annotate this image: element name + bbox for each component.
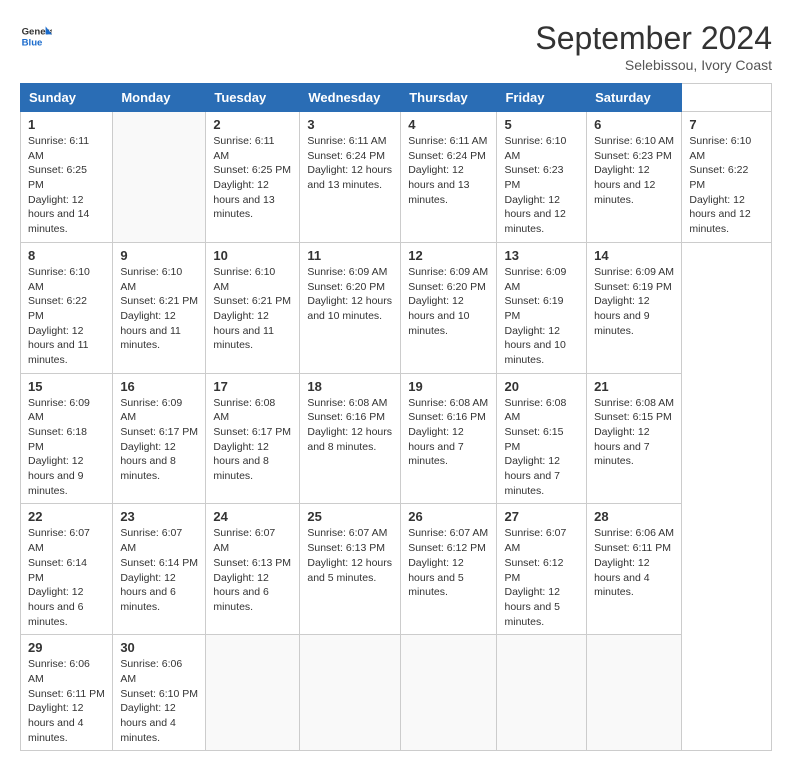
calendar-day-22: 22Sunrise: 6:07 AMSunset: 6:14 PMDayligh… xyxy=(21,504,113,635)
calendar-day-14: 14Sunrise: 6:09 AMSunset: 6:19 PMDayligh… xyxy=(587,242,682,373)
calendar-day-1: 1Sunrise: 6:11 AMSunset: 6:25 PMDaylight… xyxy=(21,112,113,243)
calendar-day-18: 18Sunrise: 6:08 AMSunset: 6:16 PMDayligh… xyxy=(300,373,401,504)
calendar-day-19: 19Sunrise: 6:08 AMSunset: 6:16 PMDayligh… xyxy=(401,373,497,504)
calendar-day-28: 28Sunrise: 6:06 AMSunset: 6:11 PMDayligh… xyxy=(587,504,682,635)
calendar-day-empty-3-6 xyxy=(587,635,682,751)
calendar-day-3: 3Sunrise: 6:11 AMSunset: 6:24 PMDaylight… xyxy=(300,112,401,243)
calendar-day-13: 13Sunrise: 6:09 AMSunset: 6:19 PMDayligh… xyxy=(497,242,587,373)
calendar-table: Sunday Monday Tuesday Wednesday Thursday… xyxy=(20,83,772,751)
calendar-day-7: 7Sunrise: 6:10 AMSunset: 6:22 PMDaylight… xyxy=(682,112,772,243)
calendar-day-empty-3-3 xyxy=(300,635,401,751)
calendar-day-empty-3-2 xyxy=(206,635,300,751)
calendar-week-2: 8Sunrise: 6:10 AMSunset: 6:22 PMDaylight… xyxy=(21,242,772,373)
calendar-day-15: 15Sunrise: 6:09 AMSunset: 6:18 PMDayligh… xyxy=(21,373,113,504)
calendar-day-26: 26Sunrise: 6:07 AMSunset: 6:12 PMDayligh… xyxy=(401,504,497,635)
calendar-day-25: 25Sunrise: 6:07 AMSunset: 6:13 PMDayligh… xyxy=(300,504,401,635)
logo-icon: General Blue xyxy=(20,20,52,52)
page-header: General Blue September 2024 Selebissou, … xyxy=(20,20,772,73)
svg-text:Blue: Blue xyxy=(22,38,43,49)
calendar-day-6: 6Sunrise: 6:10 AMSunset: 6:23 PMDaylight… xyxy=(587,112,682,243)
calendar-day-5: 5Sunrise: 6:10 AMSunset: 6:23 PMDaylight… xyxy=(497,112,587,243)
calendar-day-16: 16Sunrise: 6:09 AMSunset: 6:17 PMDayligh… xyxy=(113,373,206,504)
calendar-week-1: 1Sunrise: 6:11 AMSunset: 6:25 PMDaylight… xyxy=(21,112,772,243)
calendar-week-4: 22Sunrise: 6:07 AMSunset: 6:14 PMDayligh… xyxy=(21,504,772,635)
calendar-week-5: 29Sunrise: 6:06 AMSunset: 6:11 PMDayligh… xyxy=(21,635,772,751)
header-sunday: Sunday xyxy=(21,84,113,112)
title-block: September 2024 Selebissou, Ivory Coast xyxy=(535,20,772,73)
header-saturday: Saturday xyxy=(587,84,682,112)
calendar-day-30: 30Sunrise: 6:06 AMSunset: 6:10 PMDayligh… xyxy=(113,635,206,751)
calendar-day-20: 20Sunrise: 6:08 AMSunset: 6:15 PMDayligh… xyxy=(497,373,587,504)
calendar-day-8: 8Sunrise: 6:10 AMSunset: 6:22 PMDaylight… xyxy=(21,242,113,373)
header-monday: Monday xyxy=(113,84,206,112)
header-wednesday: Wednesday xyxy=(300,84,401,112)
month-title: September 2024 xyxy=(535,20,772,57)
calendar-day-4: 4Sunrise: 6:11 AMSunset: 6:24 PMDaylight… xyxy=(401,112,497,243)
calendar-day-29: 29Sunrise: 6:06 AMSunset: 6:11 PMDayligh… xyxy=(21,635,113,751)
calendar-day-23: 23Sunrise: 6:07 AMSunset: 6:14 PMDayligh… xyxy=(113,504,206,635)
calendar-day-10: 10Sunrise: 6:10 AMSunset: 6:21 PMDayligh… xyxy=(206,242,300,373)
calendar-day-empty-3-4 xyxy=(401,635,497,751)
calendar-day-9: 9Sunrise: 6:10 AMSunset: 6:21 PMDaylight… xyxy=(113,242,206,373)
calendar-day-21: 21Sunrise: 6:08 AMSunset: 6:15 PMDayligh… xyxy=(587,373,682,504)
header-friday: Friday xyxy=(497,84,587,112)
calendar-day-12: 12Sunrise: 6:09 AMSunset: 6:20 PMDayligh… xyxy=(401,242,497,373)
calendar-day-11: 11Sunrise: 6:09 AMSunset: 6:20 PMDayligh… xyxy=(300,242,401,373)
calendar-week-3: 15Sunrise: 6:09 AMSunset: 6:18 PMDayligh… xyxy=(21,373,772,504)
calendar-day-17: 17Sunrise: 6:08 AMSunset: 6:17 PMDayligh… xyxy=(206,373,300,504)
header-row: Sunday Monday Tuesday Wednesday Thursday… xyxy=(21,84,772,112)
calendar-day-27: 27Sunrise: 6:07 AMSunset: 6:12 PMDayligh… xyxy=(497,504,587,635)
header-tuesday: Tuesday xyxy=(206,84,300,112)
location: Selebissou, Ivory Coast xyxy=(535,57,772,73)
calendar-day-empty xyxy=(113,112,206,243)
calendar-day-24: 24Sunrise: 6:07 AMSunset: 6:13 PMDayligh… xyxy=(206,504,300,635)
header-thursday: Thursday xyxy=(401,84,497,112)
logo: General Blue xyxy=(20,20,52,52)
calendar-day-empty-3-5 xyxy=(497,635,587,751)
calendar-day-2: 2Sunrise: 6:11 AMSunset: 6:25 PMDaylight… xyxy=(206,112,300,243)
